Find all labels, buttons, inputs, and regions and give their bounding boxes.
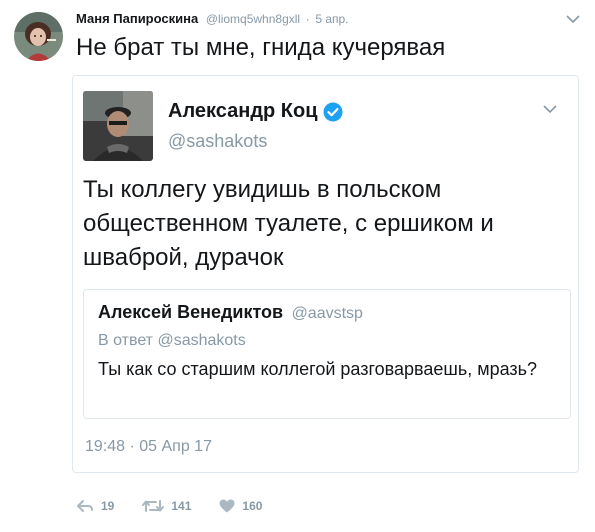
quoted-name-row: Алексей Венедиктов @aavstsp [98,302,363,323]
tweet: Маня Папироскина @liomq5whn8gxll · 5 апр… [0,0,595,532]
retweet-button[interactable]: 141 [142,499,191,513]
heart-icon [219,499,235,513]
embedded-author-avatar[interactable] [83,91,153,161]
embedded-tweet-text: Ты коллегу увидишь в польском общественн… [83,176,494,271]
reply-count: 19 [101,499,115,513]
tweet-actions: 19 141 160 [76,499,290,513]
author-name[interactable]: Маня Папироскина [76,11,198,26]
chevron-down-icon[interactable] [566,14,580,24]
quoted-author-name[interactable]: Алексей Венедиктов [98,302,283,322]
retweet-count: 141 [171,499,192,513]
embedded-timestamp[interactable]: 19:48 · 05 Апр 17 [85,438,212,456]
tweet-date[interactable]: 5 апр. [315,12,348,26]
quoted-reply-to[interactable]: В ответ @sashakots [98,332,246,350]
tweet-text: Не брат ты мне, гнида кучерявая [76,34,446,61]
reply-icon [77,500,93,512]
like-count: 160 [242,499,263,513]
embedded-name-row: Александр Коц [168,100,343,123]
quoted-tweet[interactable]: Алексей Венедиктов @aavstsp В ответ @sas… [83,289,571,419]
author-avatar[interactable] [14,12,63,61]
retweet-icon [142,500,165,512]
tweet-header: Маня Папироскина @liomq5whn8gxll · 5 апр… [76,11,349,26]
embedded-tweet[interactable]: Александр Коц @sashakots Ты коллегу увид… [72,75,579,473]
chevron-down-icon[interactable] [543,104,557,114]
quoted-tweet-text: Ты как со старшим коллегой разговарваешь… [98,359,538,379]
separator: · [305,12,310,26]
like-button[interactable]: 160 [219,499,262,513]
verified-badge-icon [323,102,343,121]
author-handle[interactable]: @liomq5whn8gxll [206,12,300,26]
embedded-author-handle[interactable]: @sashakots [168,131,267,152]
quoted-author-handle[interactable]: @aavstsp [292,305,363,322]
embedded-author-name[interactable]: Александр Коц [168,100,318,123]
reply-button[interactable]: 19 [76,499,114,513]
